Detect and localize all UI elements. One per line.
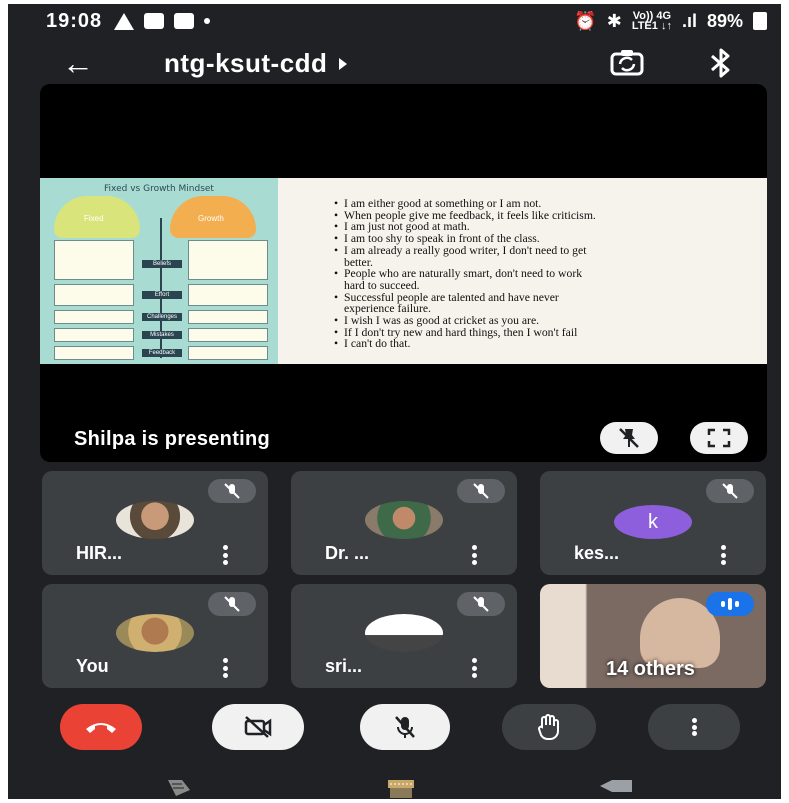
slide-bullet: I can't do that. [334, 338, 767, 350]
more-vertical-icon [691, 718, 697, 736]
unpin-button[interactable] [600, 422, 658, 454]
participant-name: kes... [574, 543, 620, 563]
diagram-box [188, 310, 268, 324]
diagram-box [188, 284, 268, 306]
fixed-label: Fixed [84, 214, 104, 223]
more-options-icon[interactable] [720, 545, 726, 565]
call-controls [8, 704, 781, 750]
diagram-box [54, 284, 134, 306]
diagram-box [54, 328, 134, 342]
status-time: 19:08 [46, 9, 103, 32]
slide-bullet-list: I am either good at something or I am no… [278, 178, 767, 364]
game-icon [144, 13, 165, 29]
unpin-icon [619, 428, 639, 448]
participant-name: sri... [325, 656, 363, 676]
diagram-box [54, 240, 134, 280]
slide-mindset-diagram: Fixed vs Growth Mindset Fixed Growth Bel… [40, 178, 278, 364]
bluetooth-status-icon: ✱ [606, 10, 622, 31]
participant-tile[interactable]: Dr. ... [291, 471, 517, 575]
mic-off-icon [457, 479, 505, 503]
presentation-view[interactable]: Fixed vs Growth Mindset Fixed Growth Bel… [40, 84, 767, 462]
avatar [365, 614, 443, 652]
switch-camera-icon[interactable] [610, 48, 644, 78]
more-options-icon[interactable] [471, 545, 477, 565]
meeting-header: ← ntg-ksut-cdd [8, 40, 781, 88]
back-arrow-icon[interactable]: ← [62, 47, 94, 79]
battery-percent: 89% [706, 10, 743, 31]
slide-bullet: I am already a really good writer, I don… [334, 244, 767, 268]
diagram-label: Mistakes [142, 331, 182, 339]
bluetooth-icon[interactable] [708, 46, 734, 80]
more-options-button[interactable] [648, 704, 740, 750]
participant-name: Dr. ... [325, 543, 370, 563]
system-nav-bar [8, 756, 781, 799]
raise-hand-button[interactable] [502, 704, 596, 750]
diagram-box [188, 346, 268, 360]
shared-slide: Fixed vs Growth Mindset Fixed Growth Bel… [40, 178, 767, 364]
avatar [365, 501, 443, 539]
avatar: k [614, 505, 692, 539]
camera-toggle-button[interactable] [212, 704, 304, 750]
network-indicator: Vo)) 4G LTE1 ↓↑ [631, 10, 672, 32]
camera-off-icon [244, 716, 272, 738]
participant-tile[interactable]: k kes... [540, 471, 766, 575]
more-notifications-icon [204, 18, 211, 24]
slide-bullet: Successful people are talented and have … [334, 291, 767, 315]
signal-icon: .ıl [681, 10, 697, 31]
more-options-icon[interactable] [471, 658, 477, 678]
diagram-label: Beliefs [142, 260, 182, 268]
mic-off-icon [208, 479, 256, 503]
avatar [116, 614, 194, 652]
slide-diagram-title: Fixed vs Growth Mindset [104, 184, 214, 194]
diagram-box [54, 346, 134, 360]
gallery-icon [174, 13, 195, 29]
diagram-box [188, 240, 268, 280]
meeting-code[interactable]: ntg-ksut-cdd [164, 48, 348, 79]
participant-name: HIR... [76, 543, 123, 563]
home-icon[interactable] [386, 778, 416, 799]
participant-tile[interactable]: sri... [291, 584, 517, 688]
mic-off-icon [706, 479, 754, 503]
microphone-toggle-button[interactable] [360, 704, 450, 750]
notification-icons [114, 12, 211, 30]
raise-hand-icon [538, 714, 559, 741]
chevron-right-icon [339, 57, 348, 70]
participant-tile[interactable]: You [42, 584, 268, 688]
mic-off-icon [208, 592, 256, 616]
mic-off-icon [395, 716, 415, 738]
others-count: 14 others [606, 658, 695, 680]
alarm-icon: ⏰ [574, 10, 597, 31]
others-tile[interactable]: 14 others [540, 584, 766, 688]
phone-hangup-icon [86, 723, 116, 733]
alert-icon [114, 12, 135, 30]
end-call-button[interactable] [60, 704, 142, 750]
participant-name: You [76, 656, 109, 676]
fullscreen-icon [707, 428, 731, 448]
diagram-label: Feedback [142, 349, 182, 357]
diagram-label: Challenges [142, 313, 182, 321]
slide-bullet: People who are naturally smart, don't ne… [334, 268, 767, 291]
more-options-icon[interactable] [222, 658, 228, 678]
speaking-indicator-icon [706, 592, 754, 616]
more-options-icon[interactable] [222, 545, 228, 565]
diagram-label: Effort [142, 291, 182, 299]
phone-screen: 19:08 ⏰ ✱ Vo)) 4G LTE1 ↓↑ .ıl 89% ← ntg-… [8, 4, 781, 799]
participant-tile[interactable]: HIR... [42, 471, 268, 575]
mic-off-icon [457, 592, 505, 616]
recent-apps-icon[interactable] [164, 778, 194, 798]
battery-icon [753, 12, 767, 30]
presenting-label: Shilpa is presenting [74, 428, 271, 450]
diagram-box [54, 310, 134, 324]
avatar [116, 501, 194, 539]
diagram-box [188, 328, 268, 342]
growth-label: Growth [198, 214, 224, 223]
status-right: ⏰ ✱ Vo)) 4G LTE1 ↓↑ .ıl 89% [574, 11, 767, 32]
back-nav-icon[interactable] [598, 778, 634, 794]
status-bar: 19:08 ⏰ ✱ Vo)) 4G LTE1 ↓↑ .ıl 89% [8, 4, 781, 38]
fullscreen-button[interactable] [690, 422, 748, 454]
